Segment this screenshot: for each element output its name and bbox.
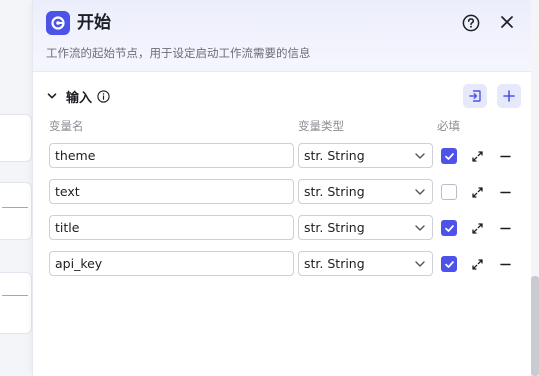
canvas-node-card[interactable] [0, 272, 32, 334]
variable-type-select[interactable]: str. String [298, 215, 433, 240]
variable-type-value: str. String [304, 148, 365, 163]
expand-icon[interactable] [470, 185, 484, 199]
chevron-down-icon [415, 261, 425, 267]
chevron-down-icon [415, 225, 425, 231]
input-section-label: 输入 [66, 90, 93, 106]
variable-name-input[interactable] [49, 215, 294, 240]
expand-icon[interactable] [470, 257, 484, 271]
variable-type-select[interactable]: str. String [298, 179, 433, 204]
minus-icon [499, 263, 511, 265]
variable-name-input[interactable] [49, 179, 294, 204]
canvas-connection-line [2, 295, 28, 296]
variable-type-value: str. String [304, 220, 365, 235]
variable-name-input[interactable] [49, 251, 294, 276]
variable-type-select[interactable]: str. String [298, 143, 433, 168]
remove-variable-button[interactable] [498, 149, 512, 163]
start-node-panel: 开始 工作流的起始节点，用于设定启动工作流需要的信息 输入 变量名 变量类型 必… [32, 0, 532, 376]
variable-row: str. String [33, 179, 532, 205]
help-button[interactable] [461, 13, 480, 32]
minus-icon [499, 155, 511, 157]
variable-type-value: str. String [304, 184, 365, 199]
check-icon [444, 152, 454, 160]
remove-variable-button[interactable] [498, 185, 512, 199]
import-button[interactable] [463, 84, 487, 108]
check-icon [444, 224, 454, 232]
minus-icon [499, 227, 511, 229]
scrollbar-thumb[interactable] [531, 276, 539, 376]
chevron-down-icon[interactable] [45, 89, 59, 103]
variable-row: str. String [33, 251, 532, 277]
chevron-down-icon [415, 153, 425, 159]
required-checkbox[interactable] [441, 220, 457, 236]
import-icon [469, 90, 481, 102]
close-icon [501, 16, 513, 28]
variable-row: str. String [33, 143, 532, 169]
remove-variable-button[interactable] [498, 221, 512, 235]
canvas-connection-line [2, 207, 28, 208]
variable-type-select[interactable]: str. String [298, 251, 433, 276]
required-checkbox[interactable] [441, 148, 457, 164]
start-node-icon [46, 11, 70, 35]
plus-icon [503, 90, 515, 102]
chevron-down-icon [415, 189, 425, 195]
variable-row: str. String [33, 215, 532, 241]
variable-type-value: str. String [304, 256, 365, 271]
minus-icon [499, 191, 511, 193]
required-checkbox[interactable] [441, 184, 457, 200]
variable-name-input[interactable] [49, 143, 294, 168]
input-section-header: 输入 [45, 86, 110, 106]
workflow-canvas[interactable] [0, 0, 34, 376]
expand-icon[interactable] [470, 149, 484, 163]
panel-title: 开始 [77, 13, 111, 33]
help-circle-icon [462, 14, 479, 31]
column-header-required: 必填 [437, 119, 460, 133]
expand-icon[interactable] [470, 221, 484, 235]
column-header-type: 变量类型 [298, 119, 344, 133]
close-button[interactable] [497, 12, 517, 32]
canvas-node-card[interactable] [0, 182, 32, 240]
check-icon [444, 260, 454, 268]
remove-variable-button[interactable] [498, 257, 512, 271]
info-icon[interactable] [97, 89, 110, 103]
panel-description: 工作流的起始节点，用于设定启动工作流需要的信息 [46, 46, 311, 60]
required-checkbox[interactable] [441, 256, 457, 272]
add-variable-button[interactable] [497, 84, 521, 108]
column-header-name: 变量名 [49, 119, 84, 133]
canvas-node-card[interactable] [0, 114, 32, 162]
panel-header: 开始 工作流的起始节点，用于设定启动工作流需要的信息 [33, 0, 532, 72]
